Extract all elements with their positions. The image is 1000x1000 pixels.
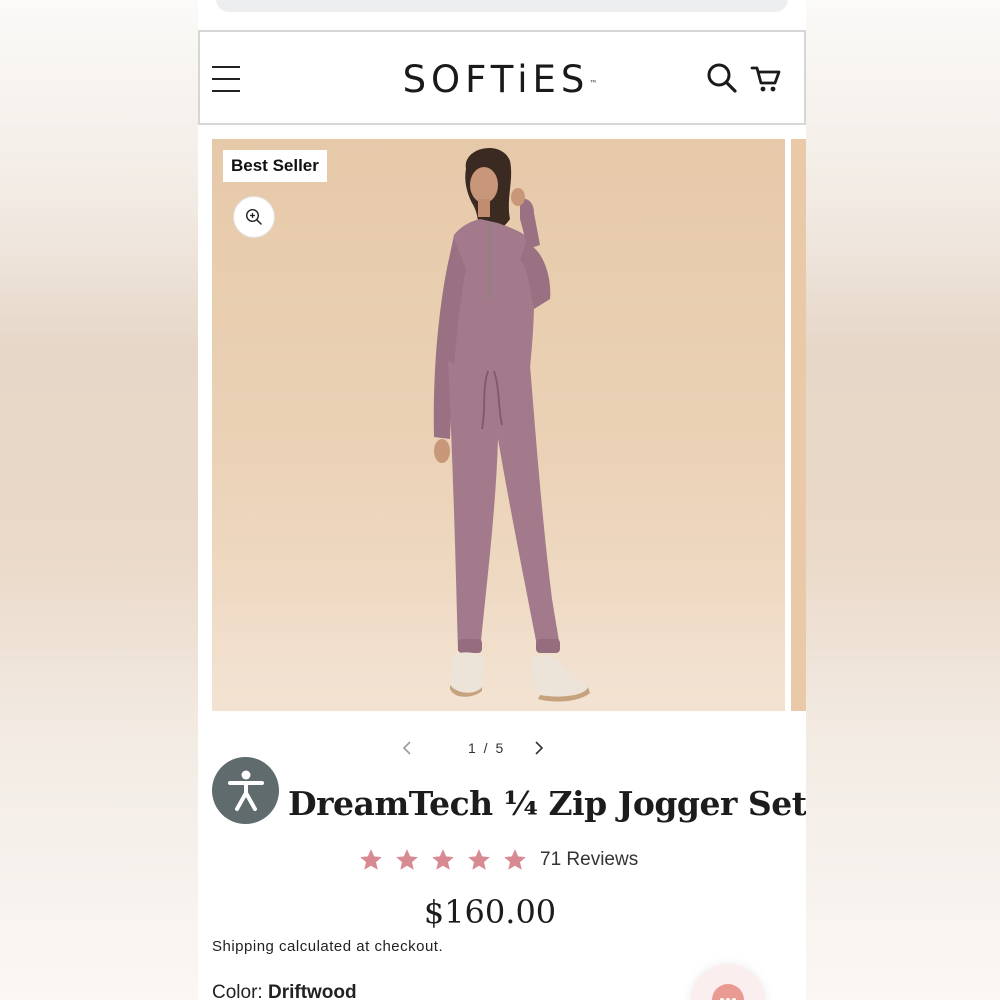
star-rating [358,847,528,873]
background-left [0,0,198,1000]
star-icon [432,849,454,870]
star-icon [396,849,418,870]
reviews-link[interactable]: 71 Reviews [540,849,638,871]
chat-icon [712,984,744,1000]
background-right [806,0,1000,1000]
logo-text: SOFTiES [402,58,590,101]
accessibility-icon [227,770,264,811]
product-image-gallery[interactable]: Best Seller [212,139,785,711]
search-icon[interactable] [706,62,738,94]
product-photo [433,147,590,702]
color-label: Color: [212,982,263,1000]
color-value: Driftwood [267,982,357,1000]
best-seller-badge: Best Seller [223,150,327,182]
chat-button[interactable] [690,964,766,1000]
product-title: DreamTech ¼ Zip Jogger Set [288,784,806,823]
chevron-left-icon[interactable] [398,738,416,758]
zoom-in-icon [245,208,262,225]
accessibility-button[interactable] [212,757,279,824]
chevron-right-icon[interactable] [530,738,548,758]
gallery-pager: 1 / 5 [198,734,806,764]
product-rating[interactable]: 71 Reviews [358,846,638,874]
site-header: SOFTiES™ [198,30,806,125]
color-selection: Color: Driftwood [212,982,357,1000]
trademark-mark: ™ [589,79,598,88]
product-price: $160.00 [423,893,557,931]
star-icon [504,849,526,870]
shipping-note: Shipping calculated at checkout. [212,938,444,955]
brand-logo[interactable]: SOFTiES™ [350,58,650,102]
star-icon [360,849,382,870]
star-icon [468,849,490,870]
pager-count: 1 / 5 [468,740,506,756]
cart-icon[interactable] [750,64,782,94]
browser-url-bar[interactable] [216,0,788,12]
zoom-button[interactable] [233,196,275,238]
product-page: SOFTiES™ Best Seller 1 / 5 DreamTech ¼ Z… [198,0,806,1000]
next-image-peek[interactable] [791,139,806,711]
menu-icon[interactable] [212,66,240,92]
